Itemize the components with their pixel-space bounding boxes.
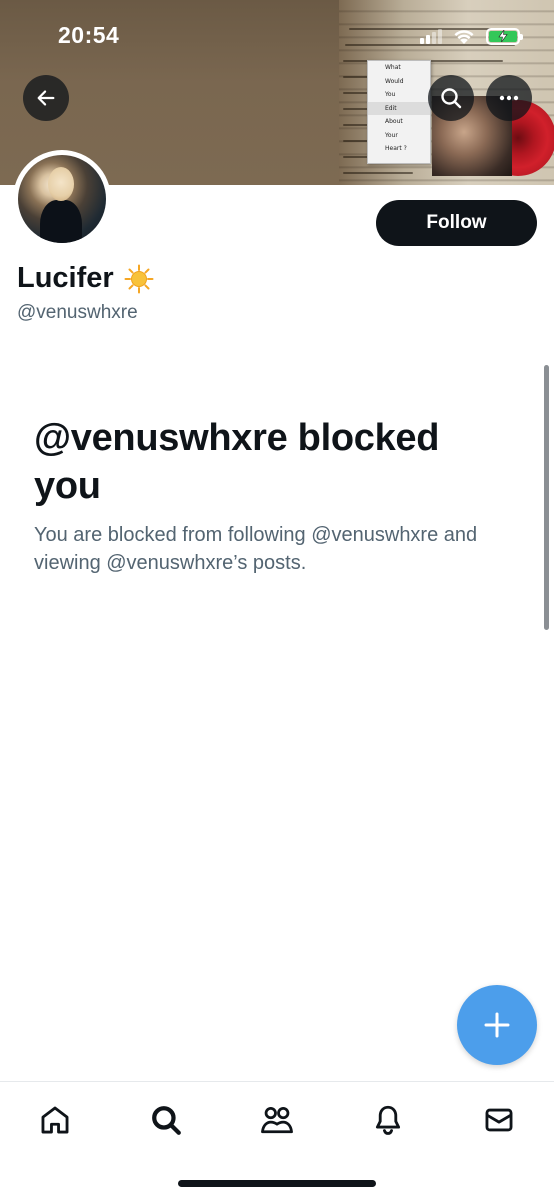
scrollbar[interactable] (544, 365, 549, 630)
search-icon (152, 1106, 181, 1135)
nav-search[interactable] (146, 1100, 186, 1140)
compose-post-button[interactable] (457, 985, 537, 1065)
blocked-title: @venuswhxre blocked you (34, 417, 440, 507)
home-icon (41, 1106, 69, 1134)
menu-item: About (385, 118, 403, 125)
menu-item: Your (385, 131, 398, 139)
nav-notifications[interactable] (368, 1100, 408, 1140)
wifi-icon (454, 30, 474, 44)
blocked-description: You are blocked from following @venuswhx… (34, 524, 478, 574)
nav-communities[interactable] (257, 1100, 297, 1140)
avatar[interactable] (13, 150, 111, 248)
menu-item: You (385, 91, 396, 98)
nav-messages[interactable] (479, 1100, 519, 1140)
mail-icon (485, 1108, 513, 1132)
nav-home[interactable] (35, 1100, 75, 1140)
status-time: 20:54 (58, 22, 120, 48)
menu-item-selected: Edit (368, 101, 430, 115)
follow-button[interactable]: Follow (376, 200, 537, 246)
battery-icon (486, 27, 523, 45)
back-button[interactable] (23, 75, 69, 121)
more-horizontal-icon (499, 95, 519, 101)
banner-menu-card: What Would You Edit About Your Heart ? (367, 60, 431, 164)
arrow-left-icon (37, 90, 55, 106)
charging-bolt-icon (498, 30, 508, 42)
status-icons (420, 24, 523, 48)
cellular-signal-icon (420, 28, 442, 44)
display-name-text: Lucifer (17, 262, 114, 294)
more-button[interactable] (486, 75, 532, 121)
menu-item: Would (385, 77, 404, 85)
plus-icon (484, 1012, 510, 1038)
menu-item: Heart ? (385, 145, 407, 152)
sun-icon (124, 264, 154, 293)
profile-display-name: Lucifer (17, 262, 154, 295)
search-button[interactable] (428, 75, 474, 121)
menu-item: What (385, 64, 401, 71)
people-icon (261, 1106, 293, 1134)
bell-icon (375, 1105, 401, 1135)
profile-handle: @venuswhxre (17, 302, 138, 323)
avatar-image (18, 155, 106, 243)
home-indicator (178, 1180, 376, 1187)
search-icon (441, 88, 462, 109)
